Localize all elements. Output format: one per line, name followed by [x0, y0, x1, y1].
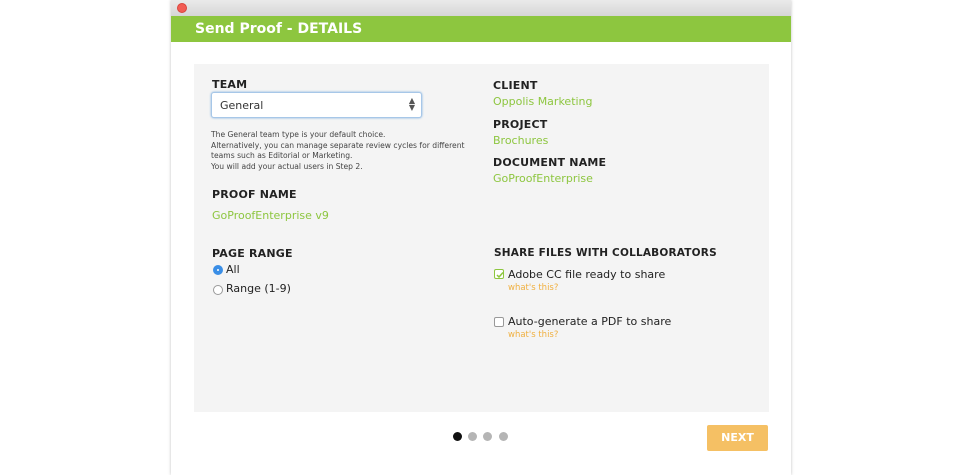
next-button[interactable]: NEXT — [707, 425, 768, 451]
client-value: Oppolis Marketing — [493, 95, 593, 108]
team-help-line: The General team type is your default ch… — [211, 130, 386, 139]
adobe-cc-checkbox[interactable] — [494, 269, 504, 279]
project-value: Brochures — [493, 134, 549, 147]
document-name-label: DOCUMENT NAME — [493, 156, 607, 169]
share-files-label: SHARE FILES WITH COLLABORATORS — [494, 247, 717, 259]
auto-pdf-label[interactable]: Auto-generate a PDF to share — [508, 315, 671, 328]
step-dot-1[interactable] — [453, 432, 462, 441]
team-help-line: Alternatively, you can manage separate r… — [211, 140, 465, 150]
radio-range[interactable] — [213, 285, 223, 295]
page-range-label: PAGE RANGE — [212, 247, 293, 260]
team-select[interactable]: General ▲ ▼ — [211, 92, 422, 118]
client-label: CLIENT — [493, 79, 538, 92]
proof-name-value[interactable]: GoProofEnterprise v9 — [212, 209, 329, 222]
send-proof-dialog: Send Proof - DETAILS TEAM General ▲ ▼ The… — [171, 0, 791, 475]
team-label: TEAM — [212, 78, 248, 91]
document-name-value: GoProofEnterprise — [493, 172, 593, 185]
radio-all[interactable] — [213, 265, 223, 275]
adobe-cc-label[interactable]: Adobe CC file ready to share — [508, 268, 665, 281]
team-help-line: teams such as Editorial or Marketing. — [211, 151, 353, 160]
checkmark-icon — [496, 272, 504, 279]
adobe-cc-help-link[interactable]: what's this? — [508, 283, 558, 293]
proof-name-label: PROOF NAME — [212, 188, 297, 201]
team-help-line: You will add your actual users in Step 2… — [211, 161, 363, 171]
project-label: PROJECT — [493, 118, 548, 131]
step-dot-2[interactable] — [468, 432, 477, 441]
details-panel: TEAM General ▲ ▼ The General team type is… — [194, 64, 769, 412]
team-select-value: General — [220, 99, 264, 112]
step-dot-3[interactable] — [483, 432, 492, 441]
team-help-text: The General team type is your default ch… — [211, 130, 471, 172]
select-arrows-icon: ▲ ▼ — [408, 96, 415, 112]
radio-all-label[interactable]: All — [226, 263, 240, 276]
dialog-header: Send Proof - DETAILS — [171, 16, 791, 42]
auto-pdf-help-link[interactable]: what's this? — [508, 330, 558, 340]
radio-range-label[interactable]: Range (1-9) — [226, 282, 291, 295]
dialog-title: Send Proof - DETAILS — [195, 21, 363, 37]
step-dot-4[interactable] — [499, 432, 508, 441]
auto-pdf-checkbox[interactable] — [494, 317, 504, 327]
window-close-button[interactable] — [177, 3, 187, 13]
window-titlebar — [171, 0, 791, 16]
